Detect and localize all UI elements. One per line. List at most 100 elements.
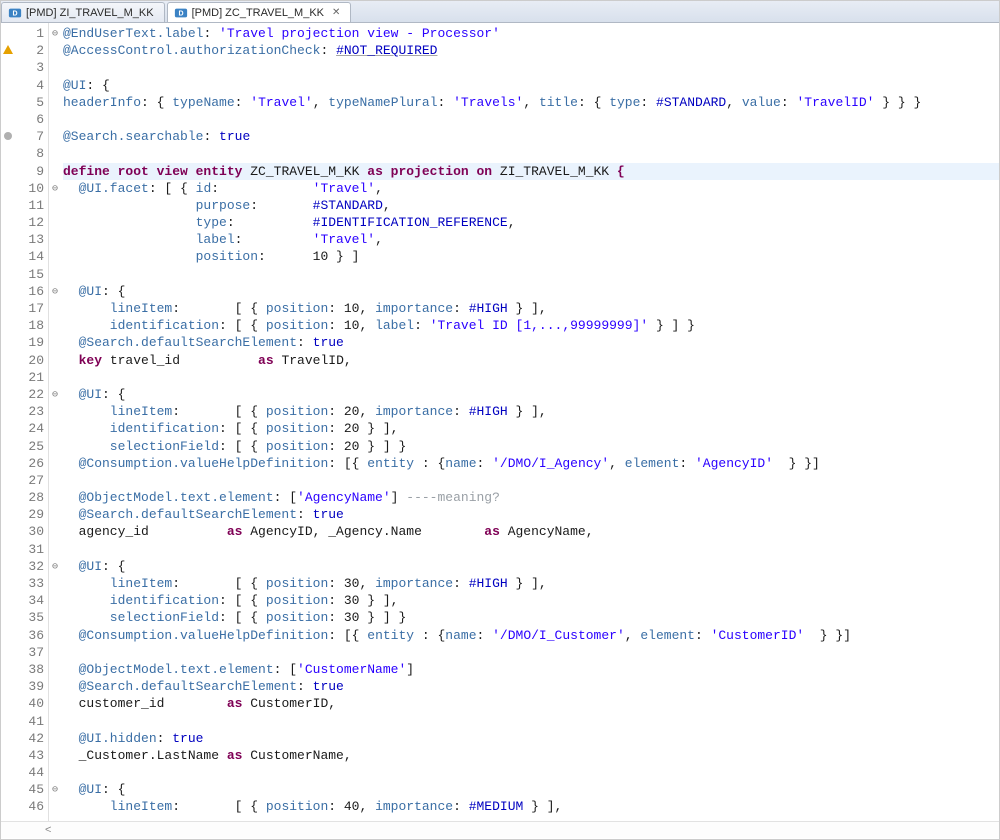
code-token: 'TravelID' xyxy=(796,95,874,110)
line-number: 34 xyxy=(15,592,48,609)
code-line[interactable]: @Search.defaultSearchElement: true xyxy=(63,678,999,695)
code-token: : [ { xyxy=(172,799,266,814)
fold-toggle-icon[interactable]: ⊖ xyxy=(49,781,61,798)
line-number: 13 xyxy=(15,231,48,248)
fold-toggle-icon[interactable]: ⊖ xyxy=(49,180,61,197)
code-line[interactable] xyxy=(63,764,999,781)
code-line[interactable]: define root view entity ZC_TRAVEL_M_KK a… xyxy=(63,163,999,180)
code-line[interactable]: label: 'Travel', xyxy=(63,231,999,248)
code-line[interactable]: lineItem: [ { position: 20, importance: … xyxy=(63,403,999,420)
code-token: entity xyxy=(367,628,414,643)
code-token: entity xyxy=(367,456,414,471)
scroll-left-icon[interactable]: < xyxy=(45,824,51,836)
code-line[interactable]: selectionField: [ { position: 20 } ] } xyxy=(63,438,999,455)
line-number: 15 xyxy=(15,266,48,283)
fold-empty xyxy=(49,489,61,506)
code-token: @Consumption.valueHelpDefinition xyxy=(63,456,328,471)
code-token: as xyxy=(484,524,500,539)
code-token: : [ { xyxy=(219,610,266,625)
code-token: : 10, xyxy=(328,318,375,333)
code-token: , xyxy=(375,232,383,247)
code-line[interactable]: @UI.hidden: true xyxy=(63,730,999,747)
code-area[interactable]: @EndUserText.label: 'Travel projection v… xyxy=(61,23,999,821)
fold-column[interactable]: ⊖ ⊖ ⊖ ⊖ ⊖ ⊖ xyxy=(49,23,61,821)
line-number: 24 xyxy=(15,420,48,437)
code-token: true xyxy=(219,129,250,144)
code-line[interactable] xyxy=(63,713,999,730)
marker-empty xyxy=(1,352,15,369)
fold-toggle-icon[interactable]: ⊖ xyxy=(49,25,61,42)
marker-empty xyxy=(1,214,15,231)
code-line[interactable] xyxy=(63,369,999,386)
code-line[interactable]: identification: [ { position: 30 } ], xyxy=(63,592,999,609)
code-line[interactable] xyxy=(63,541,999,558)
code-line[interactable] xyxy=(63,644,999,661)
code-token: @ObjectModel.text.element xyxy=(63,662,274,677)
code-line[interactable]: @UI: { xyxy=(63,558,999,575)
line-number: 4 xyxy=(15,77,48,94)
code-line[interactable]: agency_id as AgencyID, _Agency.Name as A… xyxy=(63,523,999,540)
editor-tab[interactable]: D[PMD] ZI_TRAVEL_M_KK xyxy=(1,2,165,22)
code-line[interactable] xyxy=(63,111,999,128)
editor-tab[interactable]: D[PMD] ZC_TRAVEL_M_KK✕ xyxy=(167,2,352,22)
tab-bar: D[PMD] ZI_TRAVEL_M_KKD[PMD] ZC_TRAVEL_M_… xyxy=(1,1,999,23)
code-token: customer_id xyxy=(63,696,227,711)
code-line[interactable]: @AccessControl.authorizationCheck: #NOT_… xyxy=(63,42,999,59)
marker-empty xyxy=(1,575,15,592)
code-line[interactable]: @Consumption.valueHelpDefinition: [{ ent… xyxy=(63,627,999,644)
code-line[interactable]: @Consumption.valueHelpDefinition: [{ ent… xyxy=(63,455,999,472)
code-line[interactable]: @EndUserText.label: 'Travel projection v… xyxy=(63,25,999,42)
code-line[interactable]: selectionField: [ { position: 30 } ] } xyxy=(63,609,999,626)
code-line[interactable]: @Search.defaultSearchElement: true xyxy=(63,506,999,523)
code-line[interactable]: @UI: { xyxy=(63,77,999,94)
code-token: typeName xyxy=(172,95,234,110)
code-token: : [ { xyxy=(172,301,266,316)
code-token: @UI xyxy=(63,284,102,299)
code-token: : xyxy=(477,628,493,643)
editor[interactable]: 1234567891011121314151617181920212223242… xyxy=(1,23,999,821)
code-token: : 10 } ] xyxy=(258,249,359,264)
code-line[interactable]: identification: [ { position: 10, label:… xyxy=(63,317,999,334)
fold-toggle-icon[interactable]: ⊖ xyxy=(49,386,61,403)
code-line[interactable]: lineItem: [ { position: 10, importance: … xyxy=(63,300,999,317)
close-icon[interactable]: ✕ xyxy=(332,7,340,18)
code-line[interactable]: @UI.facet: [ { id: 'Travel', xyxy=(63,180,999,197)
code-line[interactable]: @ObjectModel.text.element: ['CustomerNam… xyxy=(63,661,999,678)
code-line[interactable]: lineItem: [ { position: 30, importance: … xyxy=(63,575,999,592)
line-number: 3 xyxy=(15,59,48,76)
warning-marker-icon[interactable] xyxy=(1,42,15,59)
marker-empty xyxy=(1,781,15,798)
code-line[interactable]: lineItem: [ { position: 40, importance: … xyxy=(63,798,999,815)
code-line[interactable]: identification: [ { position: 20 } ], xyxy=(63,420,999,437)
code-line[interactable]: key travel_id as TravelID, xyxy=(63,352,999,369)
code-line[interactable]: customer_id as CustomerID, xyxy=(63,695,999,712)
fold-toggle-icon[interactable]: ⊖ xyxy=(49,283,61,300)
code-line[interactable] xyxy=(63,145,999,162)
horizontal-scrollbar[interactable]: < xyxy=(1,821,999,838)
fold-toggle-icon[interactable]: ⊖ xyxy=(49,558,61,575)
code-line[interactable] xyxy=(63,266,999,283)
code-line[interactable]: @UI: { xyxy=(63,781,999,798)
info-marker-icon[interactable] xyxy=(1,128,15,145)
code-line[interactable] xyxy=(63,59,999,76)
code-line[interactable] xyxy=(63,472,999,489)
fold-empty xyxy=(49,506,61,523)
code-line[interactable]: @UI: { xyxy=(63,386,999,403)
code-token: : { xyxy=(102,782,125,797)
marker-empty xyxy=(1,334,15,351)
code-line[interactable]: @Search.searchable: true xyxy=(63,128,999,145)
code-line[interactable]: purpose: #STANDARD, xyxy=(63,197,999,214)
code-token: AgencyID, _Agency.Name xyxy=(242,524,484,539)
code-line[interactable]: @Search.defaultSearchElement: true xyxy=(63,334,999,351)
code-line[interactable]: @ObjectModel.text.element: ['AgencyName'… xyxy=(63,489,999,506)
code-line[interactable]: type: #IDENTIFICATION_REFERENCE, xyxy=(63,214,999,231)
code-token: : xyxy=(297,679,313,694)
line-number: 5 xyxy=(15,94,48,111)
code-token: position xyxy=(266,593,328,608)
code-token: , xyxy=(625,628,641,643)
code-line[interactable]: headerInfo: { typeName: 'Travel', typeNa… xyxy=(63,94,999,111)
code-line[interactable]: @UI: { xyxy=(63,283,999,300)
code-line[interactable]: position: 10 } ] xyxy=(63,248,999,265)
code-line[interactable]: _Customer.LastName as CustomerName, xyxy=(63,747,999,764)
line-number: 32 xyxy=(15,558,48,575)
